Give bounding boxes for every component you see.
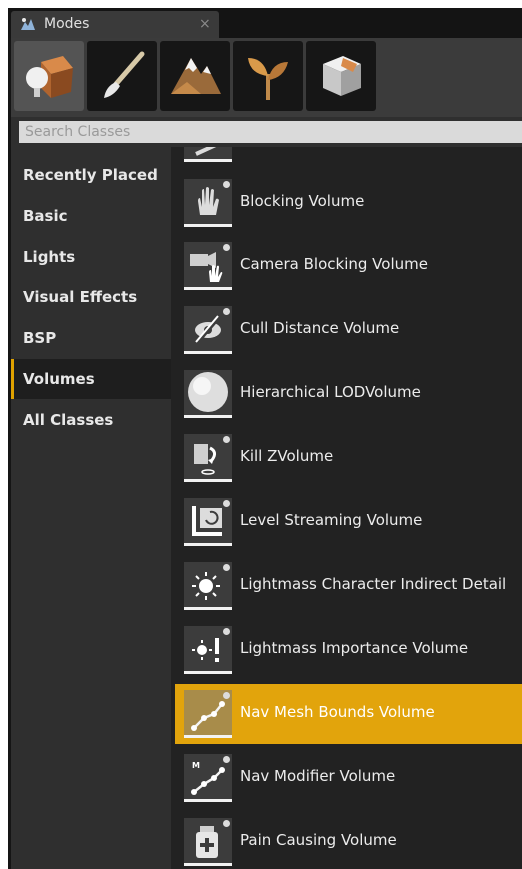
leaf-icon: [248, 58, 288, 100]
category-sidebar: Recently Placed Basic Lights Visual Effe…: [11, 147, 171, 869]
item-thumbnail: [184, 818, 232, 866]
item-label: Nav Modifier Volume: [240, 767, 396, 785]
sphere-icon: [188, 372, 228, 412]
add-icon: [223, 308, 230, 315]
place-cube-icon: [26, 56, 73, 98]
category-all-classes[interactable]: All Classes: [11, 400, 171, 440]
category-volumes[interactable]: Volumes: [11, 359, 171, 399]
list-item[interactable]: Level Streaming Volume: [175, 492, 522, 552]
category-label: Recently Placed: [23, 166, 158, 184]
item-thumbnail: [184, 370, 232, 418]
list-item[interactable]: Lightmass Importance Volume: [175, 620, 522, 680]
list-item[interactable]: Pain Causing Volume: [175, 812, 522, 869]
landscape-mode-button[interactable]: [160, 41, 230, 111]
mountain-icon: [171, 58, 221, 94]
category-label: BSP: [23, 329, 57, 347]
list-item[interactable]: Cull Distance Volume: [175, 300, 522, 360]
item-label: Lightmass Character Indirect Detail: [240, 575, 507, 593]
mode-toolbar: [11, 38, 522, 117]
item-label: Nav Mesh Bounds Volume: [240, 703, 435, 721]
item-label: Pain Causing Volume: [240, 831, 397, 849]
title-bar: Modes ×: [8, 8, 522, 38]
item-thumbnail: [184, 179, 232, 227]
category-label: Visual Effects: [23, 288, 138, 306]
modes-icon: [21, 18, 35, 30]
item-label: Level Streaming Volume: [240, 511, 423, 529]
foliage-mode-button[interactable]: [233, 41, 303, 111]
item-label: Lightmass Importance Volume: [240, 639, 469, 657]
category-bsp[interactable]: BSP: [11, 318, 171, 358]
volume-list: Blocking Volume Camera Blocking Volume C…: [171, 147, 522, 869]
item-thumbnail: [184, 498, 232, 546]
add-icon: [223, 436, 230, 443]
geometry-cube-icon: [323, 56, 361, 96]
item-thumbnail: [184, 690, 232, 738]
item-thumbnail: [184, 147, 232, 162]
add-icon: [223, 820, 230, 827]
category-lights[interactable]: Lights: [11, 237, 171, 277]
list-item[interactable]: Blocking Volume: [175, 173, 522, 233]
add-icon: [223, 500, 230, 507]
add-icon: [223, 756, 230, 763]
window-title: Modes: [44, 16, 90, 32]
category-label: Volumes: [23, 370, 95, 388]
add-icon: [223, 181, 230, 188]
list-item[interactable]: Lightmass Character Indirect Detail: [175, 556, 522, 616]
item-thumbnail: M: [184, 754, 232, 802]
category-label: All Classes: [23, 411, 114, 429]
item-thumbnail: [184, 626, 232, 674]
category-label: Lights: [23, 248, 76, 266]
list-item[interactable]: Camera Blocking Volume: [175, 236, 522, 296]
svg-text:M: M: [192, 761, 200, 770]
paintbrush-icon: [104, 51, 145, 98]
volume-icon: [195, 147, 217, 156]
category-recently-placed[interactable]: Recently Placed: [11, 155, 171, 195]
add-icon: [223, 692, 230, 699]
item-thumbnail: [184, 434, 232, 482]
category-basic[interactable]: Basic: [11, 196, 171, 236]
modes-tab[interactable]: Modes ×: [11, 11, 219, 38]
item-label: Camera Blocking Volume: [240, 255, 428, 273]
modes-panel: Modes × Search Classes Recently Placed B…: [8, 8, 522, 869]
list-item[interactable]: [175, 147, 522, 168]
item-thumbnail: [184, 562, 232, 610]
category-visual-effects[interactable]: Visual Effects: [11, 277, 171, 317]
paint-mode-button[interactable]: [87, 41, 157, 111]
close-icon[interactable]: ×: [199, 16, 211, 32]
geometry-mode-button[interactable]: [306, 41, 376, 111]
item-label: Hierarchical LODVolume: [240, 383, 421, 401]
search-input[interactable]: [19, 121, 522, 143]
search-bar: [11, 117, 522, 147]
list-item[interactable]: Hierarchical LODVolume: [175, 364, 522, 424]
item-label: Cull Distance Volume: [240, 319, 400, 337]
place-mode-button[interactable]: [14, 41, 84, 111]
item-thumbnail: [184, 242, 232, 290]
add-icon: [223, 564, 230, 571]
add-icon: [223, 244, 230, 251]
list-item[interactable]: Kill ZVolume: [175, 428, 522, 488]
list-item-selected[interactable]: Nav Mesh Bounds Volume: [175, 684, 522, 744]
item-label: Kill ZVolume: [240, 447, 334, 465]
item-label: Blocking Volume: [240, 192, 365, 210]
add-icon: [223, 628, 230, 635]
item-thumbnail: [184, 306, 232, 354]
list-item[interactable]: M Nav Modifier Volume: [175, 748, 522, 808]
category-label: Basic: [23, 207, 68, 225]
